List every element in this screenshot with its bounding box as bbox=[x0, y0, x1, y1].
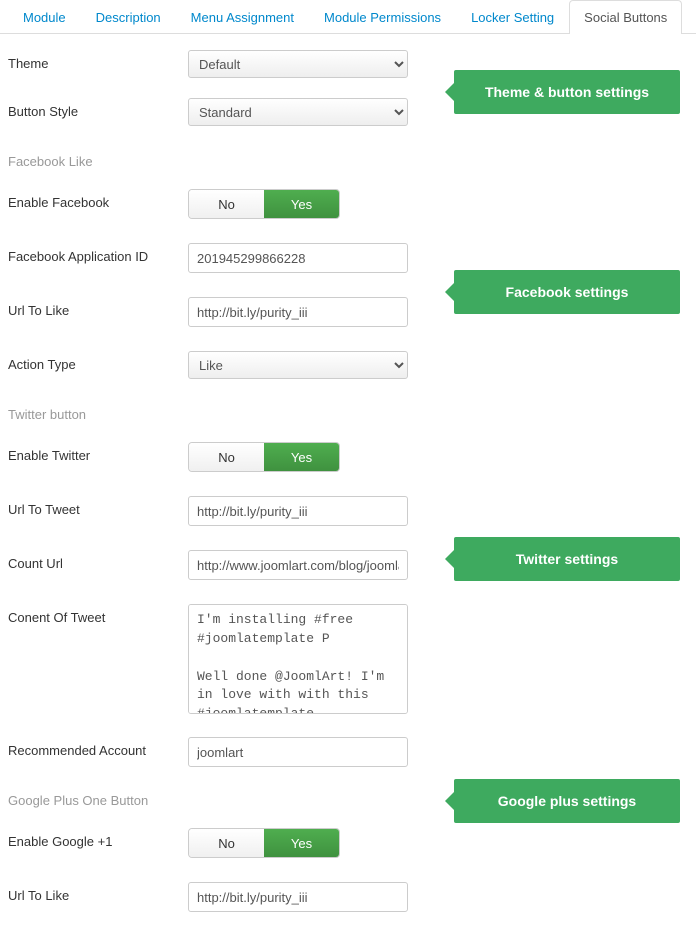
textarea-content-of-tweet[interactable] bbox=[188, 604, 408, 714]
input-url-to-like[interactable] bbox=[188, 297, 408, 327]
label-facebook-app-id: Facebook Application ID bbox=[8, 243, 188, 264]
label-content-of-tweet: Conent Of Tweet bbox=[8, 604, 188, 625]
select-theme[interactable]: Default bbox=[188, 50, 408, 78]
label-button-style: Button Style bbox=[8, 98, 188, 119]
label-url-to-like-google: Url To Like bbox=[8, 882, 188, 903]
label-url-to-tweet: Url To Tweet bbox=[8, 496, 188, 517]
input-facebook-app-id[interactable] bbox=[188, 243, 408, 273]
toggle-enable-google-no[interactable]: No bbox=[189, 829, 264, 857]
callout-google-settings: Google plus settings bbox=[454, 779, 680, 823]
tab-description[interactable]: Description bbox=[81, 0, 176, 34]
label-url-to-like: Url To Like bbox=[8, 297, 188, 318]
toggle-enable-twitter-yes[interactable]: Yes bbox=[264, 443, 339, 471]
callout-twitter-settings: Twitter settings bbox=[454, 537, 680, 581]
toggle-enable-facebook-yes[interactable]: Yes bbox=[264, 190, 339, 218]
label-enable-google: Enable Google +1 bbox=[8, 828, 188, 849]
tab-module-permissions[interactable]: Module Permissions bbox=[309, 0, 456, 34]
tab-social-buttons[interactable]: Social Buttons bbox=[569, 0, 682, 34]
select-action-type[interactable]: Like bbox=[188, 351, 408, 379]
tab-locker-setting[interactable]: Locker Setting bbox=[456, 0, 569, 34]
tabs-bar: Module Description Menu Assignment Modul… bbox=[0, 0, 696, 34]
toggle-enable-google[interactable]: No Yes bbox=[188, 828, 340, 858]
label-action-type: Action Type bbox=[8, 351, 188, 372]
toggle-enable-facebook-no[interactable]: No bbox=[189, 190, 264, 218]
label-enable-twitter: Enable Twitter bbox=[8, 442, 188, 463]
tab-module[interactable]: Module bbox=[8, 0, 81, 34]
tab-menu-assignment[interactable]: Menu Assignment bbox=[176, 0, 309, 34]
input-url-to-tweet[interactable] bbox=[188, 496, 408, 526]
toggle-enable-facebook[interactable]: No Yes bbox=[188, 189, 340, 219]
section-facebook-like: Facebook Like bbox=[8, 154, 688, 169]
section-twitter-button: Twitter button bbox=[8, 407, 688, 422]
callout-theme-settings: Theme & button settings bbox=[454, 70, 680, 114]
label-recommended-account: Recommended Account bbox=[8, 737, 188, 758]
toggle-enable-twitter[interactable]: No Yes bbox=[188, 442, 340, 472]
input-count-url[interactable] bbox=[188, 550, 408, 580]
label-count-url: Count Url bbox=[8, 550, 188, 571]
toggle-enable-google-yes[interactable]: Yes bbox=[264, 829, 339, 857]
callout-facebook-settings: Facebook settings bbox=[454, 270, 680, 314]
input-recommended-account[interactable] bbox=[188, 737, 408, 767]
input-url-to-like-google[interactable] bbox=[188, 882, 408, 912]
select-button-style[interactable]: Standard bbox=[188, 98, 408, 126]
toggle-enable-twitter-no[interactable]: No bbox=[189, 443, 264, 471]
label-theme: Theme bbox=[8, 50, 188, 71]
label-enable-facebook: Enable Facebook bbox=[8, 189, 188, 210]
